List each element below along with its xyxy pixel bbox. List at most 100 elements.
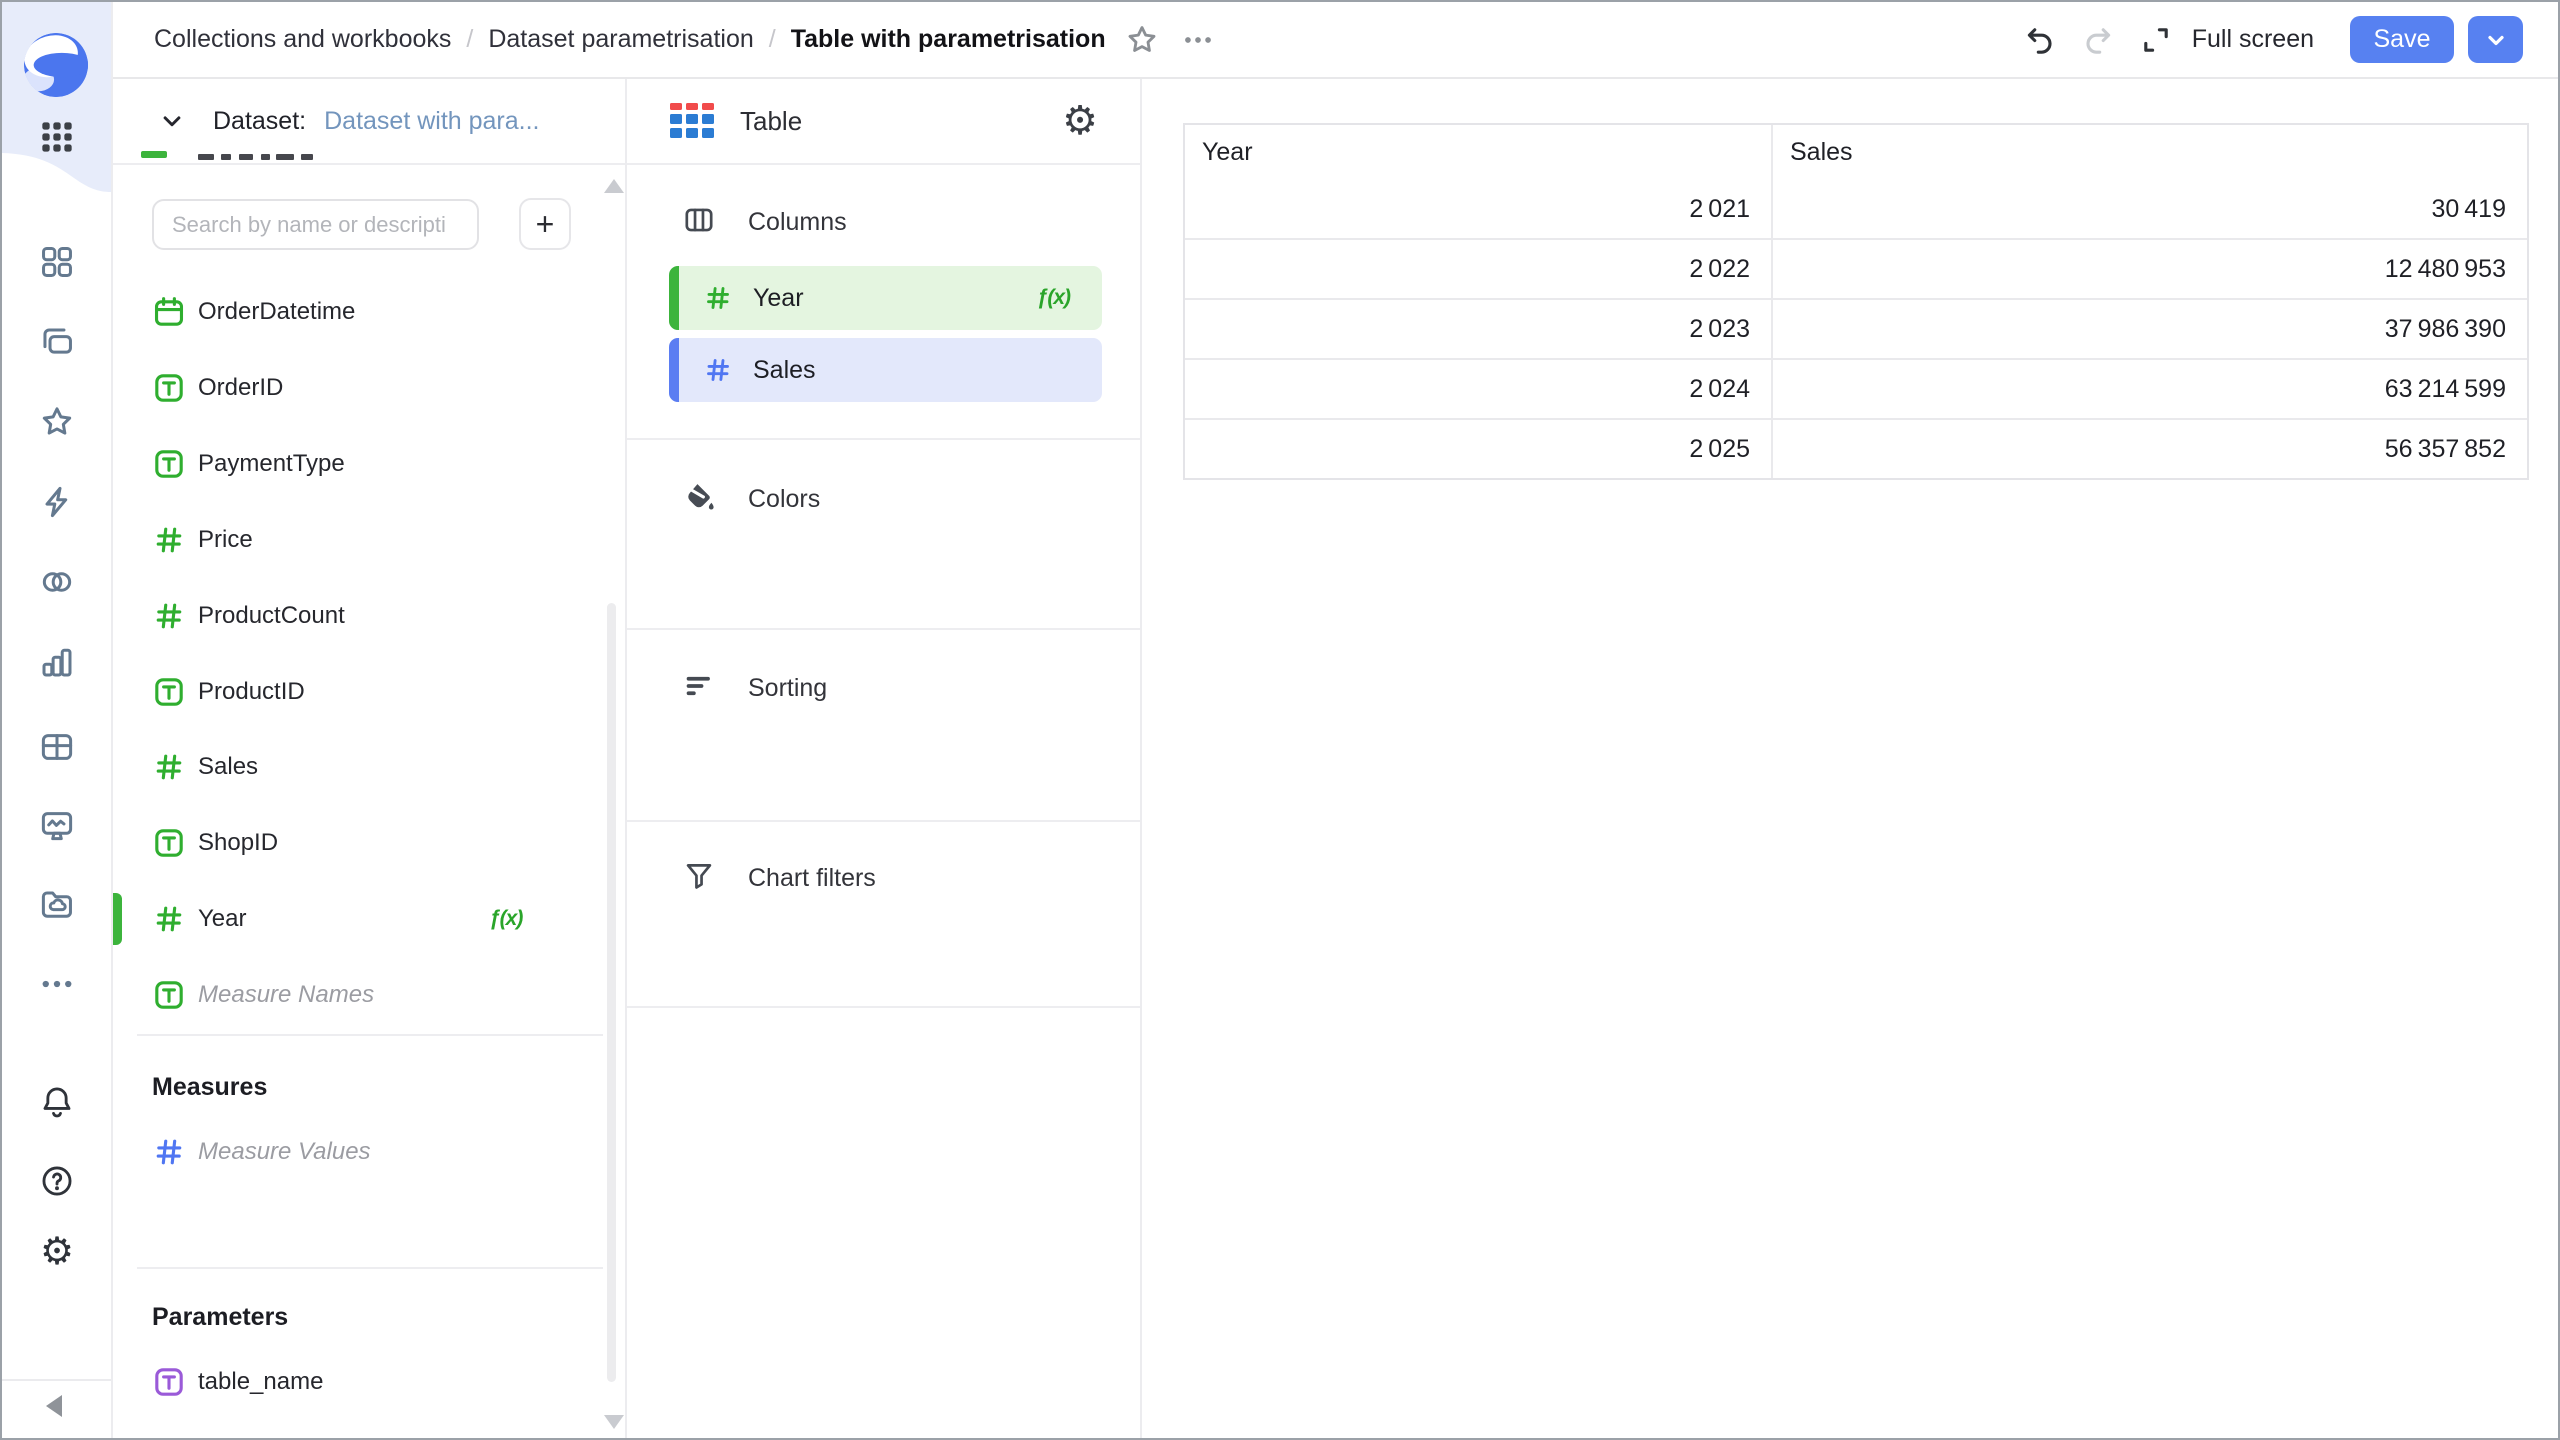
field-label: ShopID [198, 829, 279, 856]
scroll-down-icon[interactable] [604, 1415, 624, 1429]
number-hash-icon [152, 523, 186, 557]
fullscreen-icon[interactable] [2134, 18, 2178, 62]
paint-bucket-icon [682, 480, 716, 519]
more-dots-icon[interactable] [38, 965, 76, 1003]
number-hash-icon [703, 355, 733, 385]
field-item-table_name[interactable]: table_name [113, 1353, 613, 1411]
dataset-collapse-chevron-icon[interactable] [157, 106, 187, 136]
field-item-measure-names[interactable]: Measure Names [113, 966, 613, 1024]
collapse-sidebar-icon[interactable] [46, 1395, 62, 1417]
field-item-shopid[interactable]: ShopID [113, 814, 613, 872]
field-item-orderdatetime[interactable]: OrderDatetime [113, 283, 613, 341]
table-cell: 2 025 [1185, 420, 1773, 478]
table-row: 2 021 30 419 [1185, 180, 2527, 238]
field-search-input[interactable] [152, 199, 479, 250]
fullscreen-label[interactable]: Full screen [2192, 25, 2314, 54]
measures-parameters-divider [137, 1267, 603, 1269]
viz-type-header: Table ⚙ [627, 79, 1140, 165]
dataset-name-link[interactable]: Dataset with para... [324, 107, 539, 136]
folder-cloud-icon[interactable] [38, 886, 76, 924]
string-type-icon [152, 371, 186, 405]
field-item-measure-values[interactable]: Measure Values [113, 1123, 613, 1181]
bell-icon[interactable] [38, 1083, 76, 1121]
breadcrumb-item[interactable]: Dataset parametrisation [488, 25, 753, 54]
viz-settings-gear-icon[interactable]: ⚙ [1062, 101, 1098, 141]
table-row: 2 025 56 357 852 [1185, 418, 2527, 478]
table-cell: 2 021 [1185, 180, 1773, 238]
chip-sales[interactable]: Sales [669, 338, 1102, 402]
preview-column-header-year[interactable]: Year [1185, 125, 1773, 180]
undo-icon[interactable] [2018, 18, 2062, 62]
redo-icon[interactable] [2076, 18, 2120, 62]
field-label: Price [198, 526, 253, 553]
field-item-productid[interactable]: ProductID [113, 663, 613, 721]
field-item-productcount[interactable]: ProductCount [113, 587, 613, 645]
topbar-actions: Full screen Save [2018, 16, 2523, 63]
field-label: OrderID [198, 374, 284, 401]
section-divider [627, 820, 1140, 822]
number-hash-icon [152, 902, 186, 936]
breadcrumb-item: Table with parametrisation [790, 25, 1106, 53]
number-hash-icon [152, 1135, 186, 1169]
table-cell: 2 022 [1185, 240, 1773, 298]
field-item-price[interactable]: Price [113, 511, 613, 569]
collections-icon[interactable] [38, 323, 76, 361]
more-menu-icon[interactable] [1176, 18, 1220, 62]
section-chart-filters[interactable]: Chart filters [682, 859, 876, 898]
breadcrumb-item[interactable]: Collections and workbooks [154, 25, 451, 54]
string-type-icon [152, 447, 186, 481]
left-rail: ⚙ [2, 2, 113, 1438]
connections-icon[interactable] [38, 563, 76, 601]
chip-year[interactable]: Year ƒ(x) [669, 266, 1102, 330]
section-sorting[interactable]: Sorting [682, 669, 827, 708]
save-button[interactable]: Save [2350, 16, 2454, 63]
field-label: ProductCount [198, 602, 345, 629]
string-type-icon [152, 826, 186, 860]
number-hash-icon [152, 599, 186, 633]
preview-table-header: Year Sales [1185, 125, 2527, 180]
field-label: Sales [198, 753, 259, 780]
section-divider [627, 438, 1140, 440]
table-grid-icon[interactable] [38, 728, 76, 766]
viz-type-label[interactable]: Table [740, 106, 802, 137]
section-colors[interactable]: Colors [682, 480, 820, 519]
formula-badge: ƒ(x) [1036, 286, 1071, 309]
section-columns[interactable]: Columns [682, 203, 847, 242]
scroll-up-icon[interactable] [604, 179, 624, 193]
add-field-button[interactable]: + [519, 198, 571, 250]
field-label: PaymentType [198, 450, 345, 477]
number-hash-icon [703, 283, 733, 313]
table-cell: 37 986 390 [2384, 314, 2506, 343]
field-item-sales[interactable]: Sales [113, 738, 613, 796]
grid4-icon[interactable] [38, 243, 76, 281]
active-field-accent [113, 893, 122, 945]
dataset-header: Dataset: Dataset with para... [113, 79, 625, 165]
table-cell: 2 024 [1185, 360, 1773, 418]
field-item-year[interactable]: Year ƒ(x) [113, 890, 613, 948]
chart-preview: Year Sales 2 021 30 419 2 022 12 480 953 2 023… [1142, 79, 2558, 1438]
table-cell: 2 023 [1185, 300, 1773, 358]
field-item-orderid[interactable]: OrderID [113, 359, 613, 417]
preview-column-header-sales[interactable]: Sales [1773, 125, 2527, 180]
monitor-icon[interactable] [38, 807, 76, 845]
apps-grid-icon[interactable] [37, 117, 77, 157]
field-item-paymenttype[interactable]: PaymentType [113, 435, 613, 493]
chip-label: Sales [753, 355, 816, 384]
preview-table: Year Sales 2 021 30 419 2 022 12 480 953 2 023… [1183, 123, 2529, 480]
dataset-panel-scrollbar[interactable] [607, 603, 616, 1382]
star-icon[interactable] [38, 403, 76, 441]
gear-icon[interactable]: ⚙ [38, 1233, 76, 1271]
string-type-icon [152, 1365, 186, 1399]
field-label: OrderDatetime [198, 298, 356, 325]
table-row: 2 022 12 480 953 [1185, 238, 2527, 298]
datalens-logo[interactable] [23, 32, 89, 98]
favorite-star-icon[interactable] [1120, 18, 1164, 62]
table-viz-icon[interactable] [670, 103, 716, 139]
bar-chart-icon[interactable] [38, 643, 76, 681]
save-dropdown-button[interactable] [2468, 16, 2523, 63]
string-type-icon [152, 675, 186, 709]
question-icon[interactable] [38, 1162, 76, 1200]
field-label: table_name [198, 1368, 324, 1395]
string-type-icon [152, 978, 186, 1012]
lightning-icon[interactable] [38, 483, 76, 521]
